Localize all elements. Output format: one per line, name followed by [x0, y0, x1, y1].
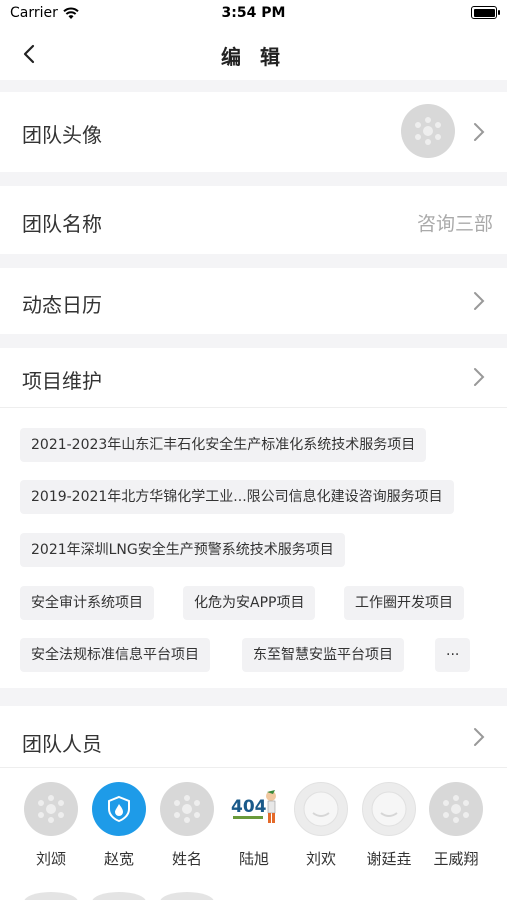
- member-item[interactable]: 王威翔: [425, 782, 487, 869]
- member-avatar: 404: [227, 782, 281, 836]
- member-item[interactable]: 刘颂: [20, 782, 82, 869]
- member-avatar-partial: [160, 892, 214, 900]
- project-tag[interactable]: 化危为安APP项目: [183, 586, 316, 620]
- nav-bar: 编 辑: [0, 28, 507, 80]
- user-face-icon: [371, 791, 407, 827]
- member-avatar-partial: [92, 892, 146, 900]
- chevron-right-icon: [474, 368, 485, 386]
- member-avatar: [160, 782, 214, 836]
- member-name: 谢廷垚: [366, 850, 412, 868]
- member-item[interactable]: 姓名: [156, 782, 218, 869]
- shield-flame-icon: [108, 795, 130, 823]
- page-title: 编 辑: [221, 45, 286, 69]
- user-face-icon: [303, 791, 339, 827]
- member-name: 刘颂: [35, 850, 66, 868]
- default-avatar-icon: [38, 795, 64, 823]
- project-tag[interactable]: 安全法规标准信息平台项目: [20, 638, 210, 672]
- svg-text:404: 404: [231, 797, 267, 817]
- clock: 3:54 PM: [221, 5, 286, 21]
- member-avatar-partial: [24, 892, 78, 900]
- team-name-label: 团队名称: [22, 212, 102, 236]
- projects-section: 项目维护 2021-2023年山东汇丰石化安全生产标准化系统技术服务项目 201…: [0, 348, 507, 688]
- member-item[interactable]: 赵宽: [88, 782, 150, 869]
- not-found-image-icon: 404: [231, 790, 276, 823]
- team-name-row[interactable]: 团队名称 咨询三部: [0, 186, 507, 254]
- member-name: 姓名: [171, 850, 202, 868]
- project-tag[interactable]: 2021-2023年山东汇丰石化安全生产标准化系统技术服务项目: [20, 428, 427, 462]
- member-item[interactable]: 404 陆旭: [223, 782, 285, 869]
- team-avatar-label: 团队头像: [22, 123, 102, 147]
- member-name: 刘欢: [305, 850, 336, 868]
- member-name: 陆旭: [238, 850, 269, 868]
- member-avatar: [24, 782, 78, 836]
- calendar-row[interactable]: 动态日历: [0, 268, 507, 334]
- chevron-right-icon: [474, 292, 485, 310]
- members-header[interactable]: 团队人员: [0, 706, 507, 768]
- project-tag[interactable]: 安全审计系统项目: [20, 586, 154, 620]
- projects-header[interactable]: 项目维护: [0, 348, 507, 408]
- default-avatar-icon: [174, 795, 200, 823]
- members-section: 团队人员 刘颂 赵宽 姓名 404 陆旭 刘欢 谢廷垚 王威翔: [0, 706, 507, 900]
- members-label: 团队人员: [22, 732, 102, 756]
- project-tag[interactable]: 工作圈开发项目: [344, 586, 464, 620]
- member-avatar: [294, 782, 348, 836]
- member-avatar: [362, 782, 416, 836]
- member-avatar: [92, 782, 146, 836]
- project-tag[interactable]: 2021年深圳LNG安全生产预警系统技术服务项目: [20, 533, 345, 567]
- team-avatar: [401, 104, 455, 158]
- member-name: 赵宽: [103, 850, 134, 868]
- chevron-right-icon: [474, 123, 485, 141]
- projects-label: 项目维护: [22, 369, 102, 393]
- calendar-label: 动态日历: [22, 293, 102, 317]
- more-projects-button[interactable]: ···: [435, 638, 471, 672]
- member-name: 王威翔: [433, 850, 479, 868]
- project-tag[interactable]: 2019-2021年北方华锦化学工业...限公司信息化建设咨询服务项目: [20, 480, 454, 514]
- member-item[interactable]: 刘欢: [290, 782, 352, 869]
- team-avatar-row[interactable]: 团队头像: [0, 92, 507, 172]
- default-avatar-icon: [415, 117, 441, 145]
- project-tag[interactable]: 东至智慧安监平台项目: [242, 638, 404, 672]
- status-bar: Carrier 3:54 PM: [0, 0, 507, 28]
- chevron-right-icon: [474, 728, 485, 746]
- member-item[interactable]: 谢廷垚: [358, 782, 420, 869]
- default-avatar-icon: [443, 795, 469, 823]
- battery-icon: [471, 6, 500, 19]
- member-avatar: [429, 782, 483, 836]
- team-name-value[interactable]: 咨询三部: [417, 209, 493, 236]
